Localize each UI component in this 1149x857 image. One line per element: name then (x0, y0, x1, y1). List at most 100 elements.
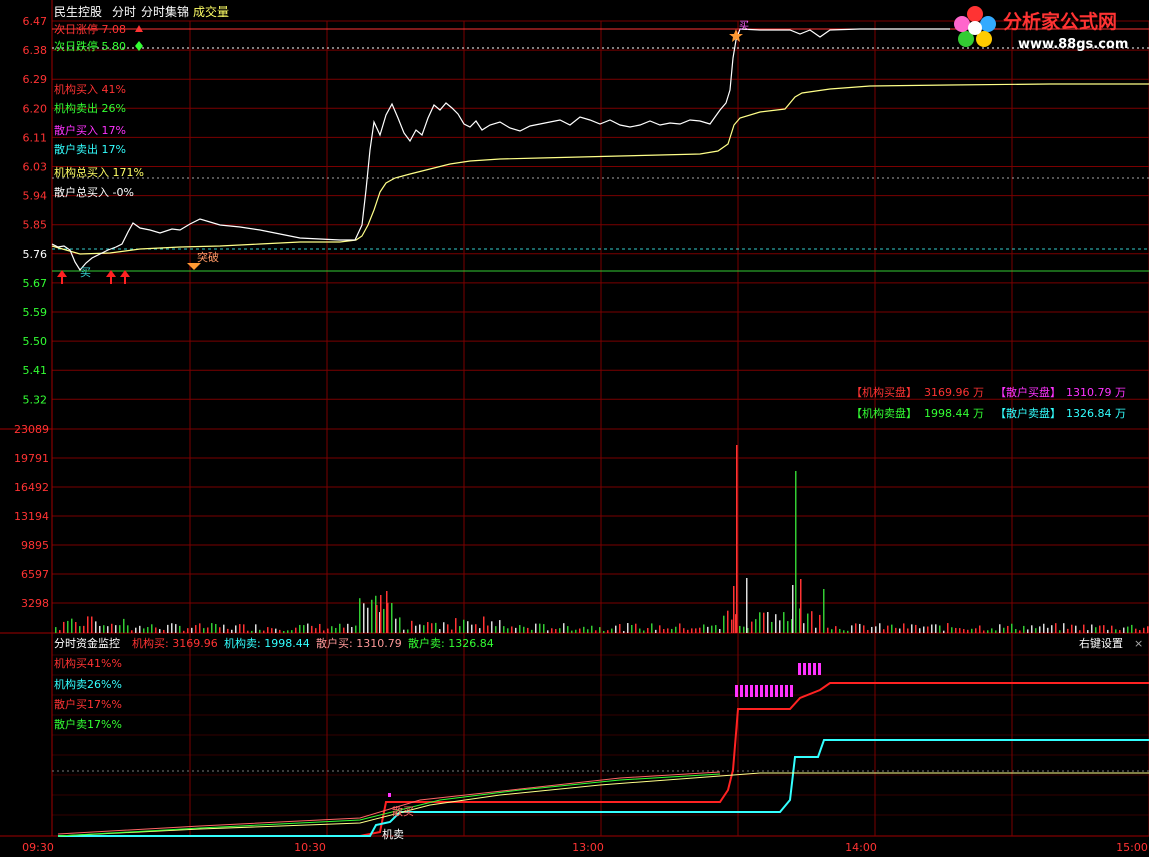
volume-bar (1103, 625, 1105, 633)
logo-text: 分析家公式网 (1003, 10, 1117, 33)
volume-bar (327, 628, 329, 633)
volume-bar (1031, 625, 1033, 633)
volume-bar (423, 625, 425, 633)
monitor-inst-buy: 机构买: 3169.96 (132, 636, 218, 650)
price-tick-label: 5.76 (23, 248, 48, 261)
volume-bar (823, 589, 825, 633)
volume-bar (995, 630, 997, 633)
signal-bar (750, 685, 753, 697)
diamond-icon (135, 41, 143, 51)
volume-bar (659, 625, 661, 633)
volume-bar (1023, 625, 1025, 633)
signal-bar (770, 685, 773, 697)
volume-bar (571, 630, 573, 633)
price-tick-label: 5.41 (23, 364, 48, 377)
volume-bar (399, 617, 401, 633)
volume-bar (323, 630, 325, 633)
volume-bar (403, 629, 405, 633)
volume-bar (843, 630, 845, 633)
volume-bar (607, 630, 609, 633)
tab-volume[interactable]: 成交量 (193, 4, 229, 19)
volume-tick-label: 23089 (14, 423, 49, 436)
volume-bar (1091, 624, 1093, 633)
volume-bar (767, 612, 769, 633)
volume-bar (736, 445, 738, 633)
tab-fenshi[interactable]: 分时 (112, 5, 136, 19)
signal-bar (818, 663, 821, 675)
volume-bar (831, 629, 833, 633)
volume-bar (899, 628, 901, 633)
volume-bar (347, 623, 349, 633)
volume-bar (1067, 628, 1069, 633)
volume-bar (295, 627, 297, 633)
volume-bar (119, 625, 121, 633)
volume-bar (1087, 630, 1089, 633)
volume-bar (479, 628, 481, 633)
site-logo: 分析家公式网 www.88gs.com (954, 6, 1128, 52)
volume-bar (1047, 627, 1049, 633)
volume-bar (55, 627, 57, 633)
right-click-settings[interactable]: 右键设置 (1079, 636, 1123, 650)
volume-bar (67, 620, 69, 633)
volume-bar (315, 628, 317, 633)
tab-fenshi-jijin[interactable]: 分时集锦 (141, 4, 189, 19)
indicator-limit-down: 次日跌停 5.80 (54, 39, 126, 53)
price-tick-label: 6.03 (23, 161, 48, 174)
volume-bar (359, 598, 361, 633)
volume-bar (1003, 627, 1005, 633)
buy-marker: 买 (80, 266, 91, 279)
time-tick-label: 14:00 (845, 841, 877, 854)
volume-bar (383, 608, 385, 633)
volume-bar (1007, 625, 1009, 633)
volume-bar (380, 595, 382, 633)
volume-bar (71, 618, 73, 633)
volume-bar (695, 628, 697, 633)
monitor-retail-sell: 散户卖: 1326.84 (408, 636, 494, 650)
volume-bar (1075, 625, 1077, 633)
volume-bar (307, 623, 309, 633)
volume-bar (303, 625, 305, 633)
volume-bar (771, 621, 773, 633)
volume-tick-label: 9895 (21, 539, 49, 552)
volume-bar (1063, 623, 1065, 633)
volume-bar (371, 599, 373, 633)
volume-bar (1079, 630, 1081, 633)
volume-bars (55, 445, 1149, 633)
signal-bar (755, 685, 758, 697)
volume-bar (603, 630, 605, 633)
signal-bar (760, 685, 763, 697)
volume-bar (275, 628, 277, 633)
inst-buy-summary-label: 【机构买盘】 (851, 385, 917, 399)
indicator-retail-sell: 散户卖出 17% (54, 142, 126, 156)
volume-bar (655, 629, 657, 633)
volume-bar (1127, 626, 1129, 633)
volume-bar (931, 624, 933, 633)
volume-bar (159, 629, 161, 633)
volume-bar (483, 616, 485, 633)
volume-bar (1095, 627, 1097, 633)
volume-bar (271, 628, 273, 633)
volume-bar (287, 630, 289, 633)
retail-sell-summary-value: 1326.84 万 (1066, 407, 1126, 420)
price-tick-label: 6.47 (23, 15, 48, 28)
volume-bar (1071, 624, 1073, 633)
inst-sell-line (58, 739, 1149, 837)
volume-bar (679, 623, 681, 633)
volume-bar (943, 630, 945, 633)
volume-bar (775, 614, 777, 633)
volume-bar (167, 624, 169, 633)
price-tick-label: 6.29 (23, 73, 48, 86)
volume-bar (376, 605, 378, 633)
close-icon[interactable]: × (1134, 637, 1143, 650)
volume-bar (755, 619, 757, 633)
volume-bar (1139, 630, 1141, 633)
volume-bar (259, 629, 261, 633)
volume-bar (191, 627, 193, 633)
volume-bar (139, 625, 141, 633)
volume-bar (115, 625, 117, 633)
legend-inst-buy: 机构买41%% (54, 656, 122, 670)
volume-bar (999, 624, 1001, 633)
volume-bar (643, 630, 645, 633)
retail-buy-summary-value: 1310.79 万 (1066, 386, 1126, 399)
volume-bar (151, 624, 153, 633)
